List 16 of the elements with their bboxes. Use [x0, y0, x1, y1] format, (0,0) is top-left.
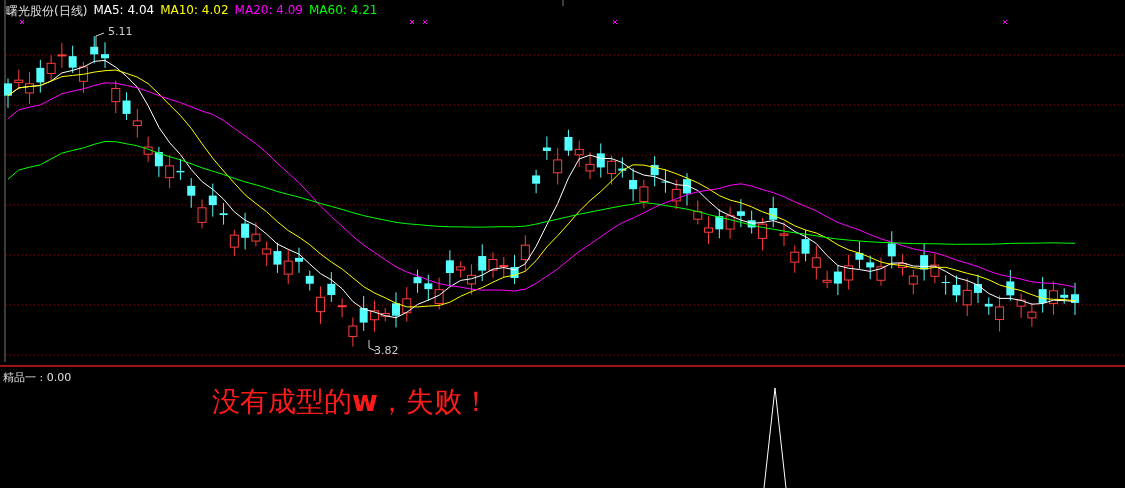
- cross-marker-icon: [409, 19, 415, 25]
- annotation-text: 没有成型的w，失败！: [212, 384, 490, 420]
- moving-average-label: MA5: 4.04: [93, 3, 155, 19]
- cross-marker-icon: [19, 19, 25, 25]
- moving-average-label: MA60: 4.21: [309, 3, 378, 19]
- cross-marker-icon: [422, 19, 428, 25]
- moving-average-label: MA10: 4.02: [160, 3, 229, 19]
- high-price-label: 5.11: [108, 25, 133, 38]
- cross-marker-icon: [1002, 19, 1008, 25]
- pointer-line: [95, 32, 105, 51]
- chart-title: 曙光股份(日线): [6, 3, 88, 20]
- moving-average-label: MA20: 4.09: [234, 3, 303, 19]
- pointer-line: [368, 339, 377, 352]
- low-price-label: 3.82: [374, 344, 399, 357]
- cross-marker-icon: [612, 19, 618, 25]
- indicator-label: 精品一 : 0.00: [3, 370, 72, 385]
